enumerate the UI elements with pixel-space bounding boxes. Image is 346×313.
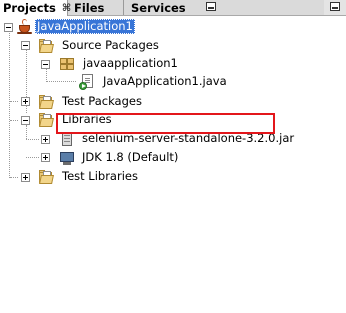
expand-toggle-icon[interactable] xyxy=(41,153,50,162)
tree-item-javaapplication1-java[interactable]: JavaApplication1.java xyxy=(103,74,227,89)
tree-guide-line xyxy=(46,81,76,82)
java-main-file-icon xyxy=(79,74,95,90)
tree-guide-line xyxy=(26,139,39,140)
tree-item-test-libraries[interactable]: Test Libraries xyxy=(62,169,138,184)
collapse-toggle-icon[interactable] xyxy=(41,60,50,69)
tree-guide-line xyxy=(10,101,18,102)
java-project-icon xyxy=(17,19,33,35)
tree-item-javaapplication1-package[interactable]: javaapplication1 xyxy=(83,56,178,71)
project-tree: JavaApplication1 Source Packages javaapp… xyxy=(0,16,346,313)
tree-guide-line xyxy=(26,157,39,158)
highlight-annotation-box xyxy=(56,113,275,134)
tree-guide-line xyxy=(26,125,27,139)
tab-files-label: Files xyxy=(74,0,105,15)
tree-guide-line xyxy=(9,30,10,178)
minimize-window-icon[interactable] xyxy=(330,2,340,11)
source-folder-icon xyxy=(38,38,54,54)
tab-close-icon[interactable]: ⌘ xyxy=(62,3,71,14)
tree-item-javaapplication1[interactable]: JavaApplication1 xyxy=(35,19,135,34)
tab-files[interactable]: Files xyxy=(68,0,124,15)
minimize-icon[interactable] xyxy=(206,2,216,11)
test-library-folder-icon xyxy=(38,169,54,185)
collapse-toggle-icon[interactable] xyxy=(21,116,30,125)
tree-guide-line xyxy=(46,69,47,80)
tree-guide-line xyxy=(10,120,18,121)
test-folder-icon xyxy=(38,94,54,110)
tree-item-source-packages[interactable]: Source Packages xyxy=(62,38,159,53)
tab-services-label: Services xyxy=(131,0,186,15)
jdk-icon xyxy=(59,150,75,166)
tree-guide-line xyxy=(10,177,18,178)
tab-strip: Projects ⌘ Files Services xyxy=(0,0,346,16)
tree-item-jdk[interactable]: JDK 1.8 (Default) xyxy=(82,150,178,165)
tab-projects[interactable]: Projects ⌘ xyxy=(0,0,71,16)
collapse-toggle-icon[interactable] xyxy=(21,41,30,50)
expand-toggle-icon[interactable] xyxy=(41,135,50,144)
tab-projects-label: Projects xyxy=(3,1,56,15)
tab-services[interactable]: Services xyxy=(124,0,324,15)
expand-toggle-icon[interactable] xyxy=(21,173,30,182)
package-icon xyxy=(59,56,75,72)
collapse-toggle-icon[interactable] xyxy=(4,23,13,32)
expand-toggle-icon[interactable] xyxy=(21,97,30,106)
library-folder-icon xyxy=(38,112,54,128)
tree-item-test-packages[interactable]: Test Packages xyxy=(62,94,142,109)
